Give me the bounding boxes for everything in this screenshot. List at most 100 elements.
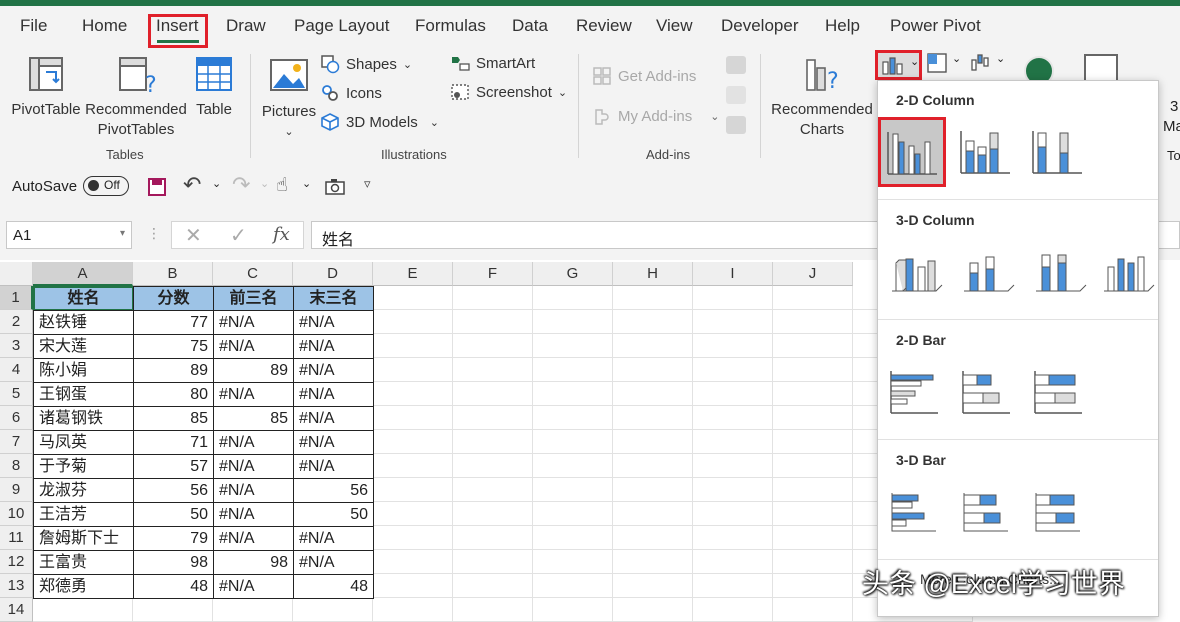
empty-cell[interactable] bbox=[533, 406, 613, 430]
empty-cell[interactable] bbox=[373, 334, 453, 358]
table-cell[interactable]: #N/A bbox=[293, 550, 374, 575]
empty-cell[interactable] bbox=[773, 598, 853, 622]
empty-cell[interactable] bbox=[373, 454, 453, 478]
table-cell[interactable]: #N/A bbox=[213, 526, 294, 551]
column-header[interactable]: H bbox=[613, 262, 693, 286]
insert-function-icon[interactable]: fx bbox=[273, 224, 290, 245]
empty-cell[interactable] bbox=[693, 310, 773, 334]
empty-cell[interactable] bbox=[533, 550, 613, 574]
tab-home[interactable]: Home bbox=[82, 16, 127, 36]
table-cell[interactable]: 龙淑芬 bbox=[33, 478, 134, 503]
empty-cell[interactable] bbox=[533, 430, 613, 454]
empty-cell[interactable] bbox=[693, 478, 773, 502]
empty-cell[interactable] bbox=[453, 334, 533, 358]
tab-page-layout[interactable]: Page Layout bbox=[294, 16, 389, 36]
table-cell[interactable]: 80 bbox=[133, 382, 214, 407]
column-header[interactable]: F bbox=[453, 262, 533, 286]
3d-100-stacked-column-option[interactable] bbox=[1032, 247, 1088, 297]
3d-clustered-bar-option[interactable] bbox=[888, 487, 944, 537]
table-cell[interactable]: 50 bbox=[133, 502, 214, 527]
table-cell[interactable]: #N/A bbox=[293, 310, 374, 335]
empty-cell[interactable] bbox=[613, 382, 693, 406]
table-cell[interactable]: #N/A bbox=[293, 358, 374, 383]
tab-data[interactable]: Data bbox=[512, 16, 548, 36]
empty-cell[interactable] bbox=[773, 526, 853, 550]
column-header[interactable]: I bbox=[693, 262, 773, 286]
table-cell[interactable]: 98 bbox=[133, 550, 214, 575]
table-cell[interactable]: 王富贵 bbox=[33, 550, 134, 575]
table-cell[interactable]: #N/A bbox=[213, 334, 294, 359]
empty-cell[interactable] bbox=[613, 358, 693, 382]
tab-draw[interactable]: Draw bbox=[226, 16, 266, 36]
table-cell[interactable]: #N/A bbox=[213, 502, 294, 527]
empty-cell[interactable] bbox=[453, 598, 533, 622]
empty-cell[interactable] bbox=[373, 502, 453, 526]
empty-cell[interactable] bbox=[773, 406, 853, 430]
column-header[interactable]: E bbox=[373, 262, 453, 286]
empty-cell[interactable] bbox=[533, 286, 613, 310]
row-header[interactable]: 2 bbox=[0, 310, 33, 334]
table-button[interactable]: Table bbox=[192, 54, 236, 120]
empty-cell[interactable] bbox=[453, 454, 533, 478]
table-cell[interactable]: 77 bbox=[133, 310, 214, 335]
table-cell[interactable]: 56 bbox=[293, 478, 374, 503]
empty-cell[interactable] bbox=[453, 286, 533, 310]
table-header-cell[interactable]: 分数 bbox=[133, 286, 214, 311]
empty-cell[interactable] bbox=[533, 598, 613, 622]
empty-cell[interactable] bbox=[453, 430, 533, 454]
empty-cell[interactable] bbox=[613, 478, 693, 502]
empty-cell[interactable] bbox=[613, 502, 693, 526]
table-cell[interactable]: #N/A bbox=[213, 478, 294, 503]
column-header[interactable]: B bbox=[133, 262, 213, 286]
table-cell[interactable]: 王钢蛋 bbox=[33, 382, 134, 407]
empty-cell[interactable] bbox=[613, 574, 693, 598]
empty-cell[interactable] bbox=[453, 310, 533, 334]
row-header[interactable]: 3 bbox=[0, 334, 33, 358]
empty-cell[interactable] bbox=[533, 334, 613, 358]
empty-cell[interactable] bbox=[613, 550, 693, 574]
tab-formulas[interactable]: Formulas bbox=[415, 16, 486, 36]
pivottable-button[interactable]: PivotTable bbox=[10, 54, 82, 120]
name-box[interactable]: A1 ▾ bbox=[6, 221, 132, 249]
people-graph-icon[interactable] bbox=[726, 116, 746, 134]
table-cell[interactable]: 于予菊 bbox=[33, 454, 134, 479]
insert-waterfall-chart-button[interactable]: ⌄ bbox=[970, 52, 1010, 78]
row-header[interactable]: 6 bbox=[0, 406, 33, 430]
screenshot-button[interactable]: Screenshot ⌄ bbox=[450, 83, 567, 101]
table-cell[interactable]: 赵铁锤 bbox=[33, 310, 134, 335]
row-header[interactable]: 11 bbox=[0, 526, 33, 550]
clustered-column-option[interactable] bbox=[878, 117, 946, 187]
empty-cell[interactable] bbox=[293, 598, 373, 622]
3d-stacked-column-option[interactable] bbox=[960, 247, 1016, 297]
empty-cell[interactable] bbox=[453, 550, 533, 574]
empty-cell[interactable] bbox=[693, 406, 773, 430]
recommended-pivottables-button[interactable]: ? Recommended PivotTables bbox=[84, 54, 188, 140]
touch-mode-icon[interactable]: ☝ bbox=[276, 174, 288, 197]
empty-cell[interactable] bbox=[533, 310, 613, 334]
table-cell[interactable]: 马凤英 bbox=[33, 430, 134, 455]
empty-cell[interactable] bbox=[533, 358, 613, 382]
row-header[interactable]: 12 bbox=[0, 550, 33, 574]
table-cell[interactable]: #N/A bbox=[213, 454, 294, 479]
empty-cell[interactable] bbox=[373, 430, 453, 454]
row-header[interactable]: 8 bbox=[0, 454, 33, 478]
empty-cell[interactable] bbox=[693, 358, 773, 382]
empty-cell[interactable] bbox=[373, 406, 453, 430]
table-header-cell[interactable]: 姓名 bbox=[33, 286, 134, 311]
enter-icon[interactable]: ✓ bbox=[230, 223, 247, 248]
empty-cell[interactable] bbox=[693, 502, 773, 526]
empty-cell[interactable] bbox=[213, 598, 293, 622]
row-header[interactable]: 7 bbox=[0, 430, 33, 454]
save-icon[interactable] bbox=[147, 177, 167, 197]
tab-review[interactable]: Review bbox=[576, 16, 632, 36]
table-cell[interactable]: #N/A bbox=[293, 406, 374, 431]
empty-cell[interactable] bbox=[693, 334, 773, 358]
3d-stacked-bar-option[interactable] bbox=[960, 487, 1016, 537]
shapes-button[interactable]: Shapes ⌄ bbox=[320, 54, 412, 74]
empty-cell[interactable] bbox=[773, 334, 853, 358]
my-addins-button[interactable]: My Add-ins ⌄ bbox=[592, 106, 719, 126]
empty-cell[interactable] bbox=[453, 358, 533, 382]
insert-column-chart-button[interactable]: ⌄ bbox=[875, 50, 922, 80]
smartart-button[interactable]: SmartArt bbox=[450, 54, 535, 72]
empty-cell[interactable] bbox=[693, 430, 773, 454]
